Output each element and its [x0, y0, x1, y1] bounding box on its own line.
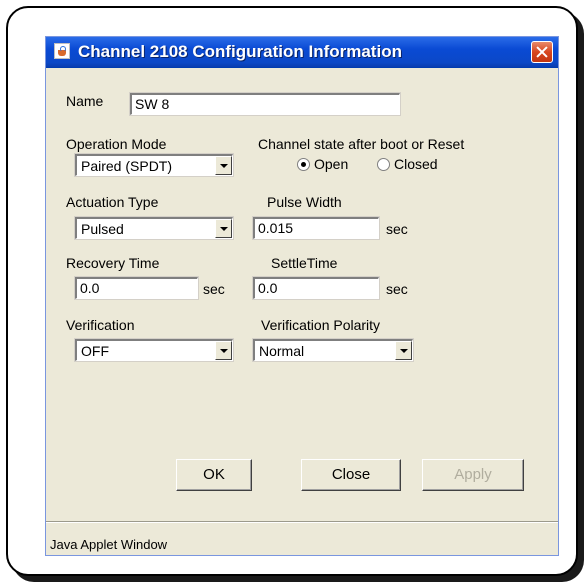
closed-radio[interactable]: [377, 158, 390, 171]
actuation-type-value: Pulsed: [81, 221, 124, 237]
config-dialog: Channel 2108 Configuration Information N…: [45, 36, 559, 556]
apply-button[interactable]: Apply: [422, 459, 524, 491]
name-label: Name: [66, 93, 104, 109]
status-separator: [46, 521, 558, 523]
verification-label: Verification: [66, 317, 135, 333]
operation-mode-value: Paired (SPDT): [81, 158, 173, 174]
verification-polarity-dropdown[interactable]: Normal: [252, 338, 414, 362]
operation-mode-label: Operation Mode: [66, 136, 167, 152]
chevron-down-icon[interactable]: [395, 341, 412, 360]
ok-button[interactable]: OK: [176, 459, 252, 491]
verification-polarity-value: Normal: [259, 343, 305, 359]
recovery-time-unit: sec: [203, 281, 225, 297]
closed-radio-label: Closed: [394, 156, 438, 172]
settle-time-unit: sec: [386, 281, 408, 297]
close-button[interactable]: Close: [301, 459, 401, 491]
status-bar-text: Java Applet Window: [50, 537, 168, 552]
verification-polarity-label: Verification Polarity: [261, 317, 381, 333]
close-window-button[interactable]: [531, 41, 553, 63]
name-field[interactable]: SW 8: [129, 92, 401, 116]
open-radio[interactable]: [297, 158, 310, 171]
pulse-width-field[interactable]: 0.015: [252, 216, 380, 240]
verification-value: OFF: [81, 343, 109, 359]
operation-mode-dropdown[interactable]: Paired (SPDT): [74, 153, 234, 177]
settle-time-label: SettleTime: [271, 255, 338, 271]
channel-state-label: Channel state after boot or Reset: [258, 136, 465, 152]
title-bar[interactable]: Channel 2108 Configuration Information: [46, 37, 558, 68]
settle-time-field[interactable]: 0.0: [252, 276, 380, 300]
pulse-width-unit: sec: [386, 221, 408, 237]
verification-dropdown[interactable]: OFF: [74, 338, 234, 362]
chevron-down-icon[interactable]: [215, 156, 232, 175]
recovery-time-field[interactable]: 0.0: [74, 276, 199, 300]
java-cup-icon: [54, 43, 70, 59]
actuation-type-dropdown[interactable]: Pulsed: [74, 216, 234, 240]
chevron-down-icon[interactable]: [215, 219, 232, 238]
recovery-time-label: Recovery Time: [66, 255, 160, 271]
open-radio-label: Open: [314, 156, 349, 172]
pulse-width-label: Pulse Width: [267, 194, 342, 210]
actuation-type-label: Actuation Type: [66, 194, 159, 210]
chevron-down-icon[interactable]: [215, 341, 232, 360]
window-title: Channel 2108 Configuration Information: [78, 42, 402, 61]
